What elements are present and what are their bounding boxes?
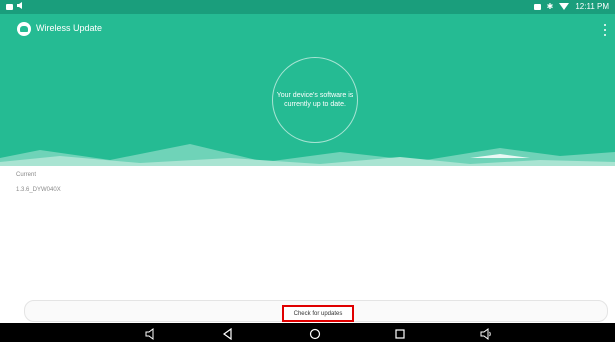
navigation-bar [0, 323, 615, 342]
check-for-updates-button[interactable]: Check for updates [282, 305, 354, 322]
overflow-menu-icon[interactable] [603, 24, 607, 36]
volume-up-icon[interactable] [480, 327, 492, 340]
current-version-label: Current [16, 172, 37, 178]
status-circle: Your device's software is currently up t… [272, 57, 358, 143]
status-bar: ✱ 12:11 PM [0, 0, 615, 14]
wifi-icon [559, 3, 570, 10]
battery-icon [533, 3, 541, 10]
recents-icon[interactable] [394, 327, 406, 339]
status-message: Your device's software is currently up t… [276, 92, 354, 108]
app-bar: Wireless Update [0, 14, 615, 42]
home-icon[interactable] [309, 327, 321, 340]
back-icon[interactable] [222, 327, 234, 341]
wireless-update-logo-icon [17, 22, 31, 36]
status-time: 12:11 PM [575, 2, 609, 11]
volume-down-icon[interactable] [145, 327, 157, 340]
update-status-hero: Your device's software is currently up t… [0, 42, 615, 166]
status-right-icons: ✱ 12:11 PM [533, 1, 609, 11]
app-title: Wireless Update [36, 23, 103, 33]
status-left-icons [6, 2, 24, 11]
current-version-value: 1.3.6_DYW040X [16, 187, 61, 193]
mountains-decoration [0, 144, 615, 166]
notification-icon [6, 3, 13, 10]
sound-icon [17, 2, 24, 11]
bluetooth-icon: ✱ [546, 1, 554, 11]
